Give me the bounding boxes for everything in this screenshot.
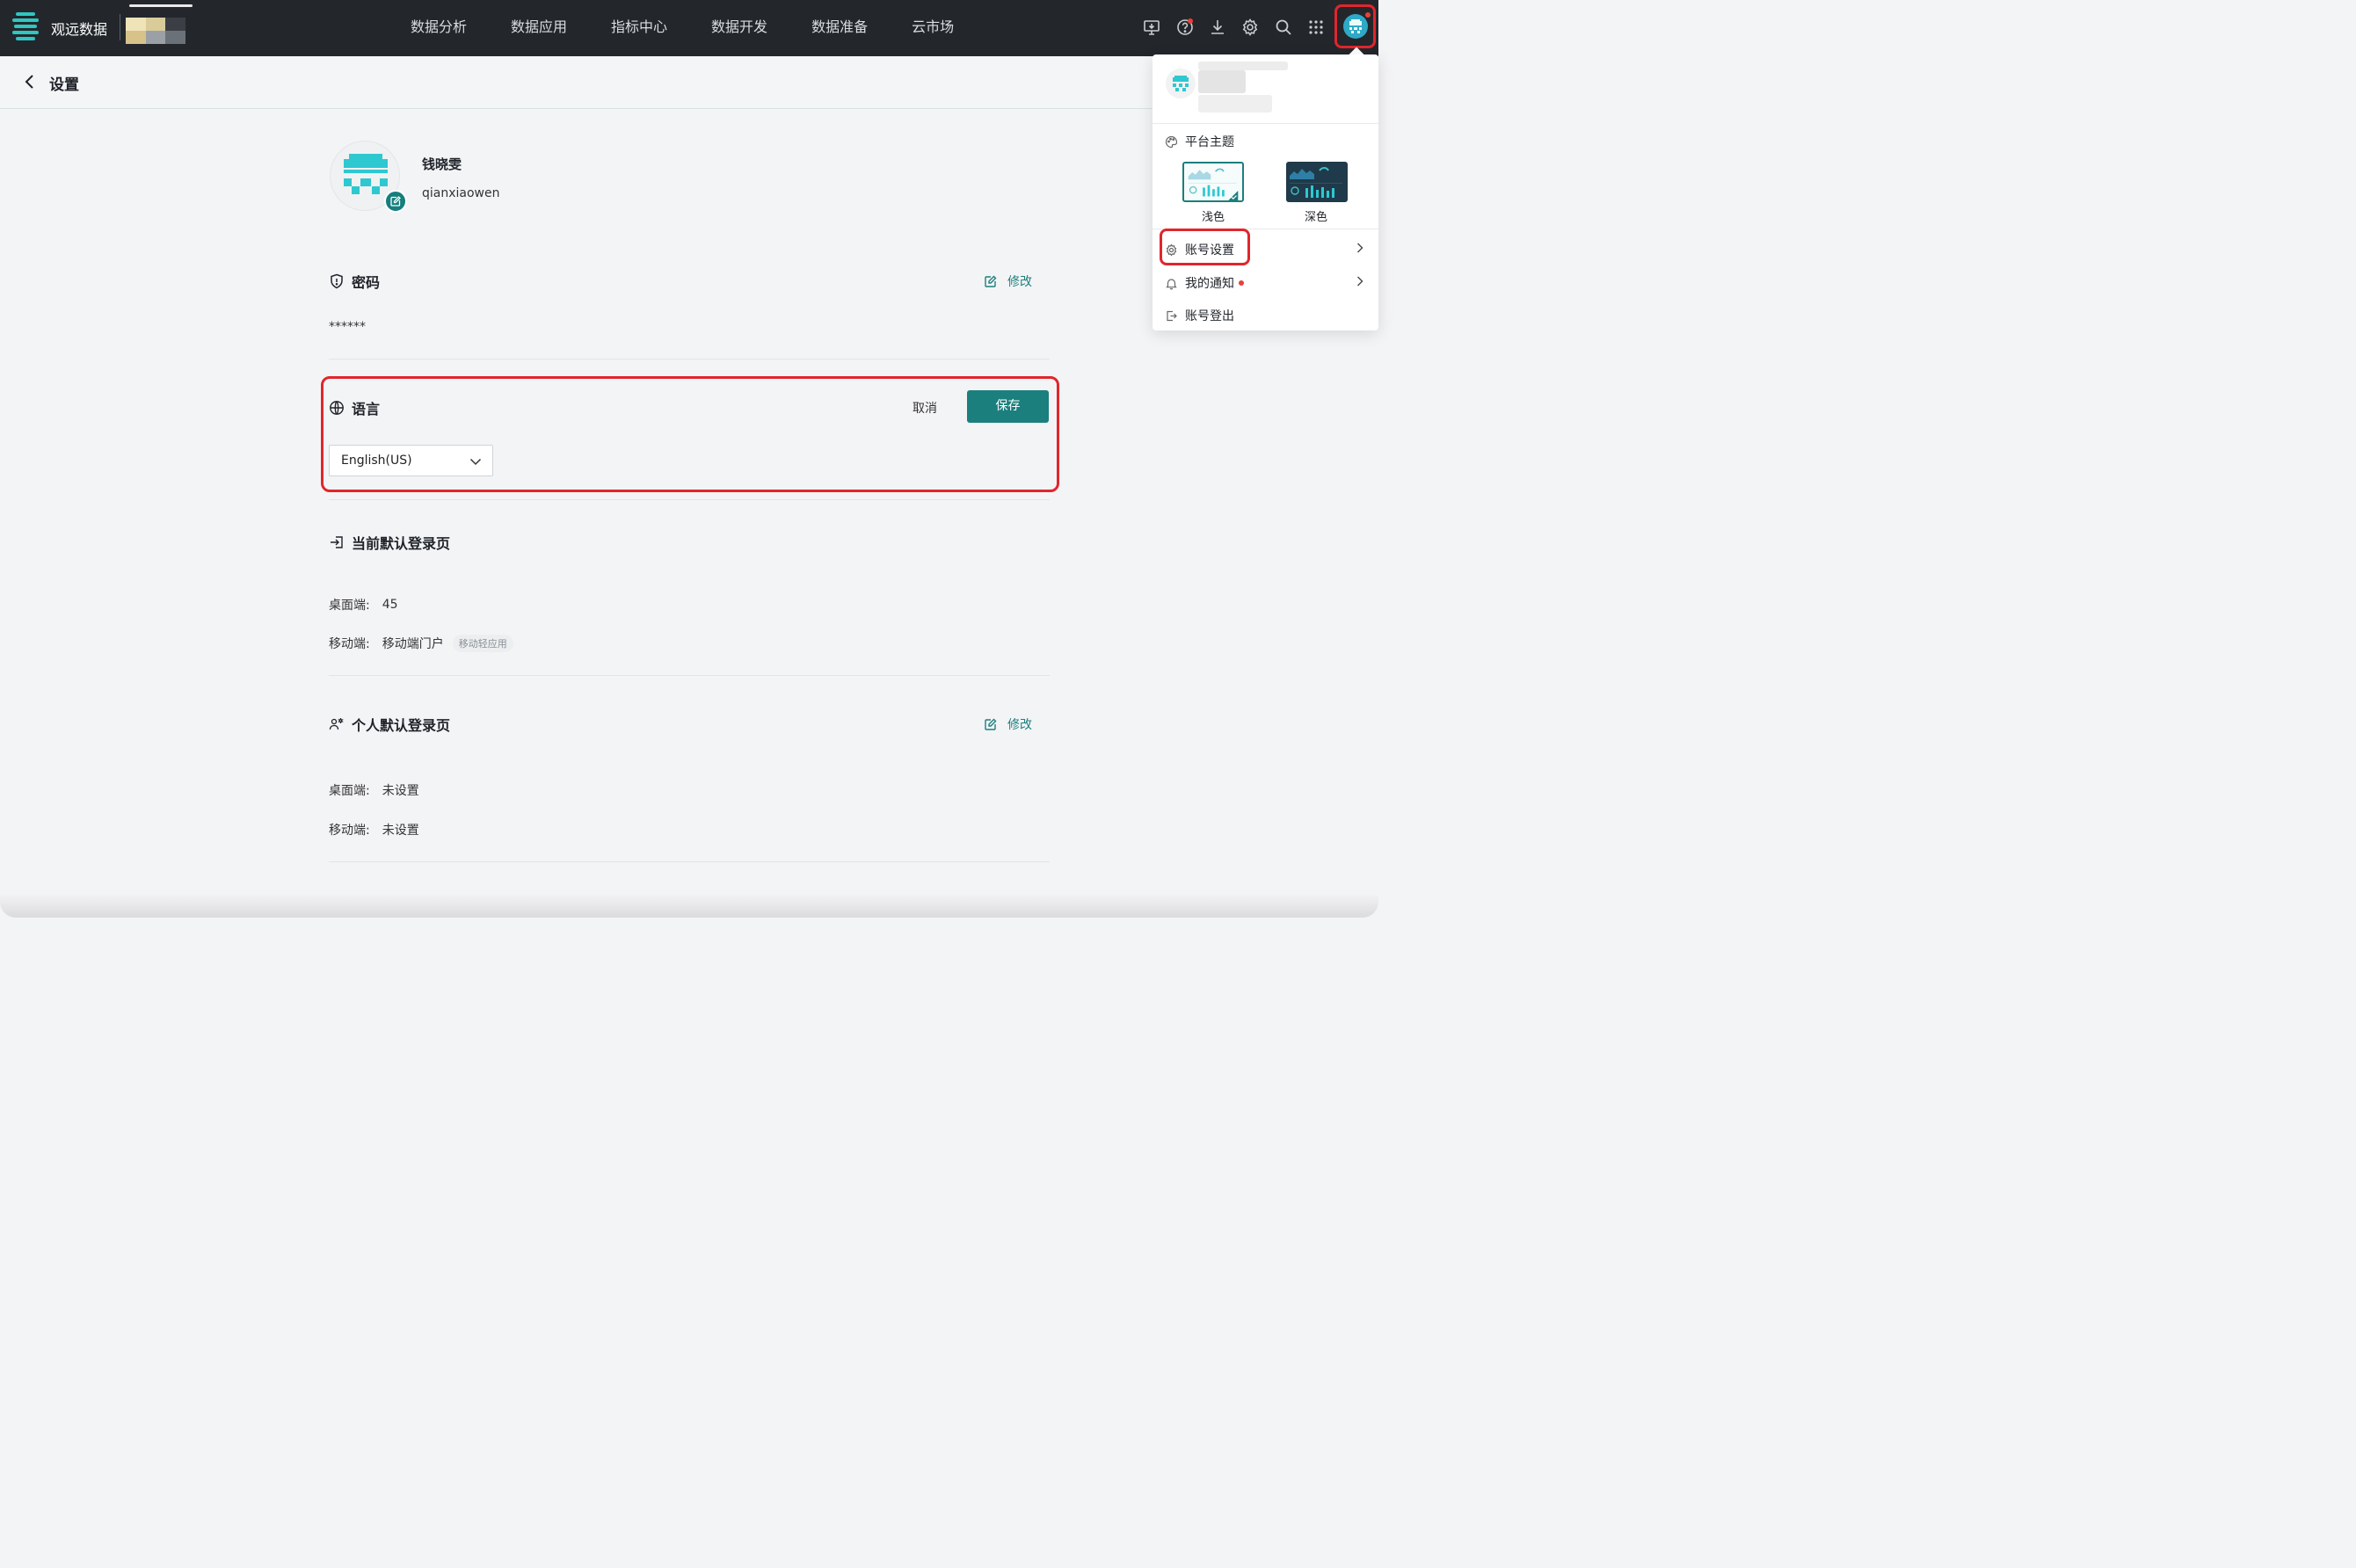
shield-icon (331, 273, 343, 289)
nav-item-cloud-market[interactable]: 云市场 (890, 0, 976, 56)
current-login-desktop-value: 45 (382, 598, 398, 612)
main-nav: 数据分析 数据应用 指标中心 数据开发 数据准备 云市场 (389, 0, 976, 56)
theme-section-title: 平台主题 (1165, 133, 1234, 150)
page-title: 设置 (49, 76, 79, 94)
account-settings-highlight (1160, 229, 1250, 265)
section-divider (329, 861, 1050, 862)
personal-login-edit-button[interactable]: 修改 (984, 715, 1032, 733)
org-indicator (129, 4, 193, 7)
chevron-down-icon (469, 458, 482, 466)
personal-login-title: 个人默认登录页 (352, 717, 451, 734)
password-edit-button[interactable]: 修改 (984, 272, 1032, 290)
organization-logo[interactable] (126, 18, 185, 44)
personal-login-mobile-value: 未设置 (382, 824, 419, 838)
current-login-desktop: 桌面端: 45 (329, 596, 398, 613)
globe-icon (330, 401, 344, 415)
bell-icon (1166, 278, 1177, 289)
nav-item-data-prep[interactable]: 数据准备 (789, 0, 890, 56)
menu-item-notifications[interactable]: 我的通知 (1153, 265, 1378, 298)
save-button[interactable]: 保存 (967, 390, 1049, 423)
language-select-value: English(US) (341, 454, 412, 468)
personal-login-mobile-label: 移动端: (329, 824, 370, 838)
password-title: 密码 (352, 274, 381, 291)
blurred-user-info (1198, 62, 1288, 70)
chevron-right-icon (1357, 243, 1363, 253)
theme-light-label: 浅色 (1202, 211, 1225, 224)
user-menu-button[interactable] (1334, 4, 1376, 48)
section-divider (329, 499, 1050, 500)
current-login-mobile-label: 移动端: (329, 637, 370, 651)
brand-name[interactable]: 观远数据 (51, 18, 107, 39)
logout-label: 账号登出 (1165, 307, 1234, 324)
dropdown-divider (1153, 123, 1378, 124)
dropdown-avatar (1166, 69, 1196, 98)
personal-login-desktop: 桌面端: 未设置 (329, 781, 419, 799)
logout-icon (1167, 310, 1177, 321)
theme-dark-label: 深色 (1305, 211, 1328, 224)
user-dropdown-menu: 平台主题 浅色 深色 账号设置 我的通知 账号登出 (1153, 54, 1378, 330)
notifications-label: 我的通知 (1165, 274, 1244, 292)
personal-login-mobile: 移动端: 未设置 (329, 821, 419, 838)
blurred-user-info (1198, 70, 1246, 93)
chevron-right-icon (1357, 276, 1363, 287)
password-edit-label: 修改 (1007, 275, 1032, 289)
notifications-text: 我的通知 (1185, 277, 1234, 291)
download-icon[interactable] (1208, 18, 1227, 37)
menu-item-logout[interactable]: 账号登出 (1153, 297, 1378, 330)
password-value: ****** (329, 320, 366, 334)
current-login-desktop-label: 桌面端: (329, 599, 370, 613)
top-navigation-bar: 观远数据 数据分析 数据应用 指标中心 数据开发 数据准备 云市场 (0, 0, 1378, 56)
language-section-title: 语言 (329, 397, 380, 418)
language-title: 语言 (352, 401, 381, 417)
logout-text: 账号登出 (1185, 309, 1234, 323)
apps-grid-icon[interactable] (1306, 18, 1326, 37)
password-section-title: 密码 (329, 271, 380, 292)
user-avatar (1343, 14, 1368, 39)
theme-light-card[interactable] (1182, 162, 1244, 202)
user-settings-icon (329, 718, 344, 730)
personal-login-desktop-value: 未设置 (382, 784, 419, 798)
login-icon (331, 536, 343, 548)
current-login-title: 当前默认登录页 (352, 535, 451, 552)
mobile-app-tag: 移动轻应用 (452, 635, 513, 652)
current-login-mobile: 移动端: 移动端门户 移动轻应用 (329, 635, 513, 652)
window-bottom-edge (0, 893, 1378, 918)
app-logo-icon[interactable] (12, 12, 39, 40)
gear-icon[interactable] (1240, 18, 1260, 37)
nav-item-data-analysis[interactable]: 数据分析 (389, 0, 489, 56)
language-select[interactable]: English(US) (329, 445, 493, 476)
user-notification-dot (1365, 12, 1371, 18)
current-login-section-title: 当前默认登录页 (329, 532, 450, 553)
nav-item-data-dev[interactable]: 数据开发 (689, 0, 789, 56)
section-divider (329, 675, 1050, 676)
theme-title: 平台主题 (1185, 135, 1234, 149)
desktop-download-icon[interactable] (1142, 18, 1161, 37)
personal-login-desktop-label: 桌面端: (329, 784, 370, 798)
theme-dark-card[interactable] (1286, 162, 1348, 202)
back-arrow-icon[interactable] (21, 72, 39, 91)
blurred-user-info (1198, 95, 1272, 113)
profile-account: qianxiaowen (422, 186, 500, 200)
password-mask: ****** (329, 320, 366, 334)
edit-icon (985, 275, 997, 287)
avatar-edit-icon[interactable] (384, 190, 407, 213)
profile-name: 钱晓雯 (422, 156, 462, 172)
personal-login-section-title: 个人默认登录页 (329, 714, 450, 735)
personal-login-edit-label: 修改 (1007, 718, 1032, 732)
cancel-button[interactable]: 取消 (913, 399, 937, 417)
current-login-mobile-value: 移动端门户 (382, 637, 444, 651)
nav-item-metrics-center[interactable]: 指标中心 (589, 0, 689, 56)
palette-icon (1165, 135, 1178, 148)
edit-icon (985, 718, 997, 730)
nav-item-data-apps[interactable]: 数据应用 (489, 0, 589, 56)
help-notification-dot (1188, 18, 1193, 24)
help-icon[interactable] (1175, 18, 1195, 37)
search-icon[interactable] (1274, 18, 1293, 37)
notifications-dot (1239, 280, 1244, 286)
